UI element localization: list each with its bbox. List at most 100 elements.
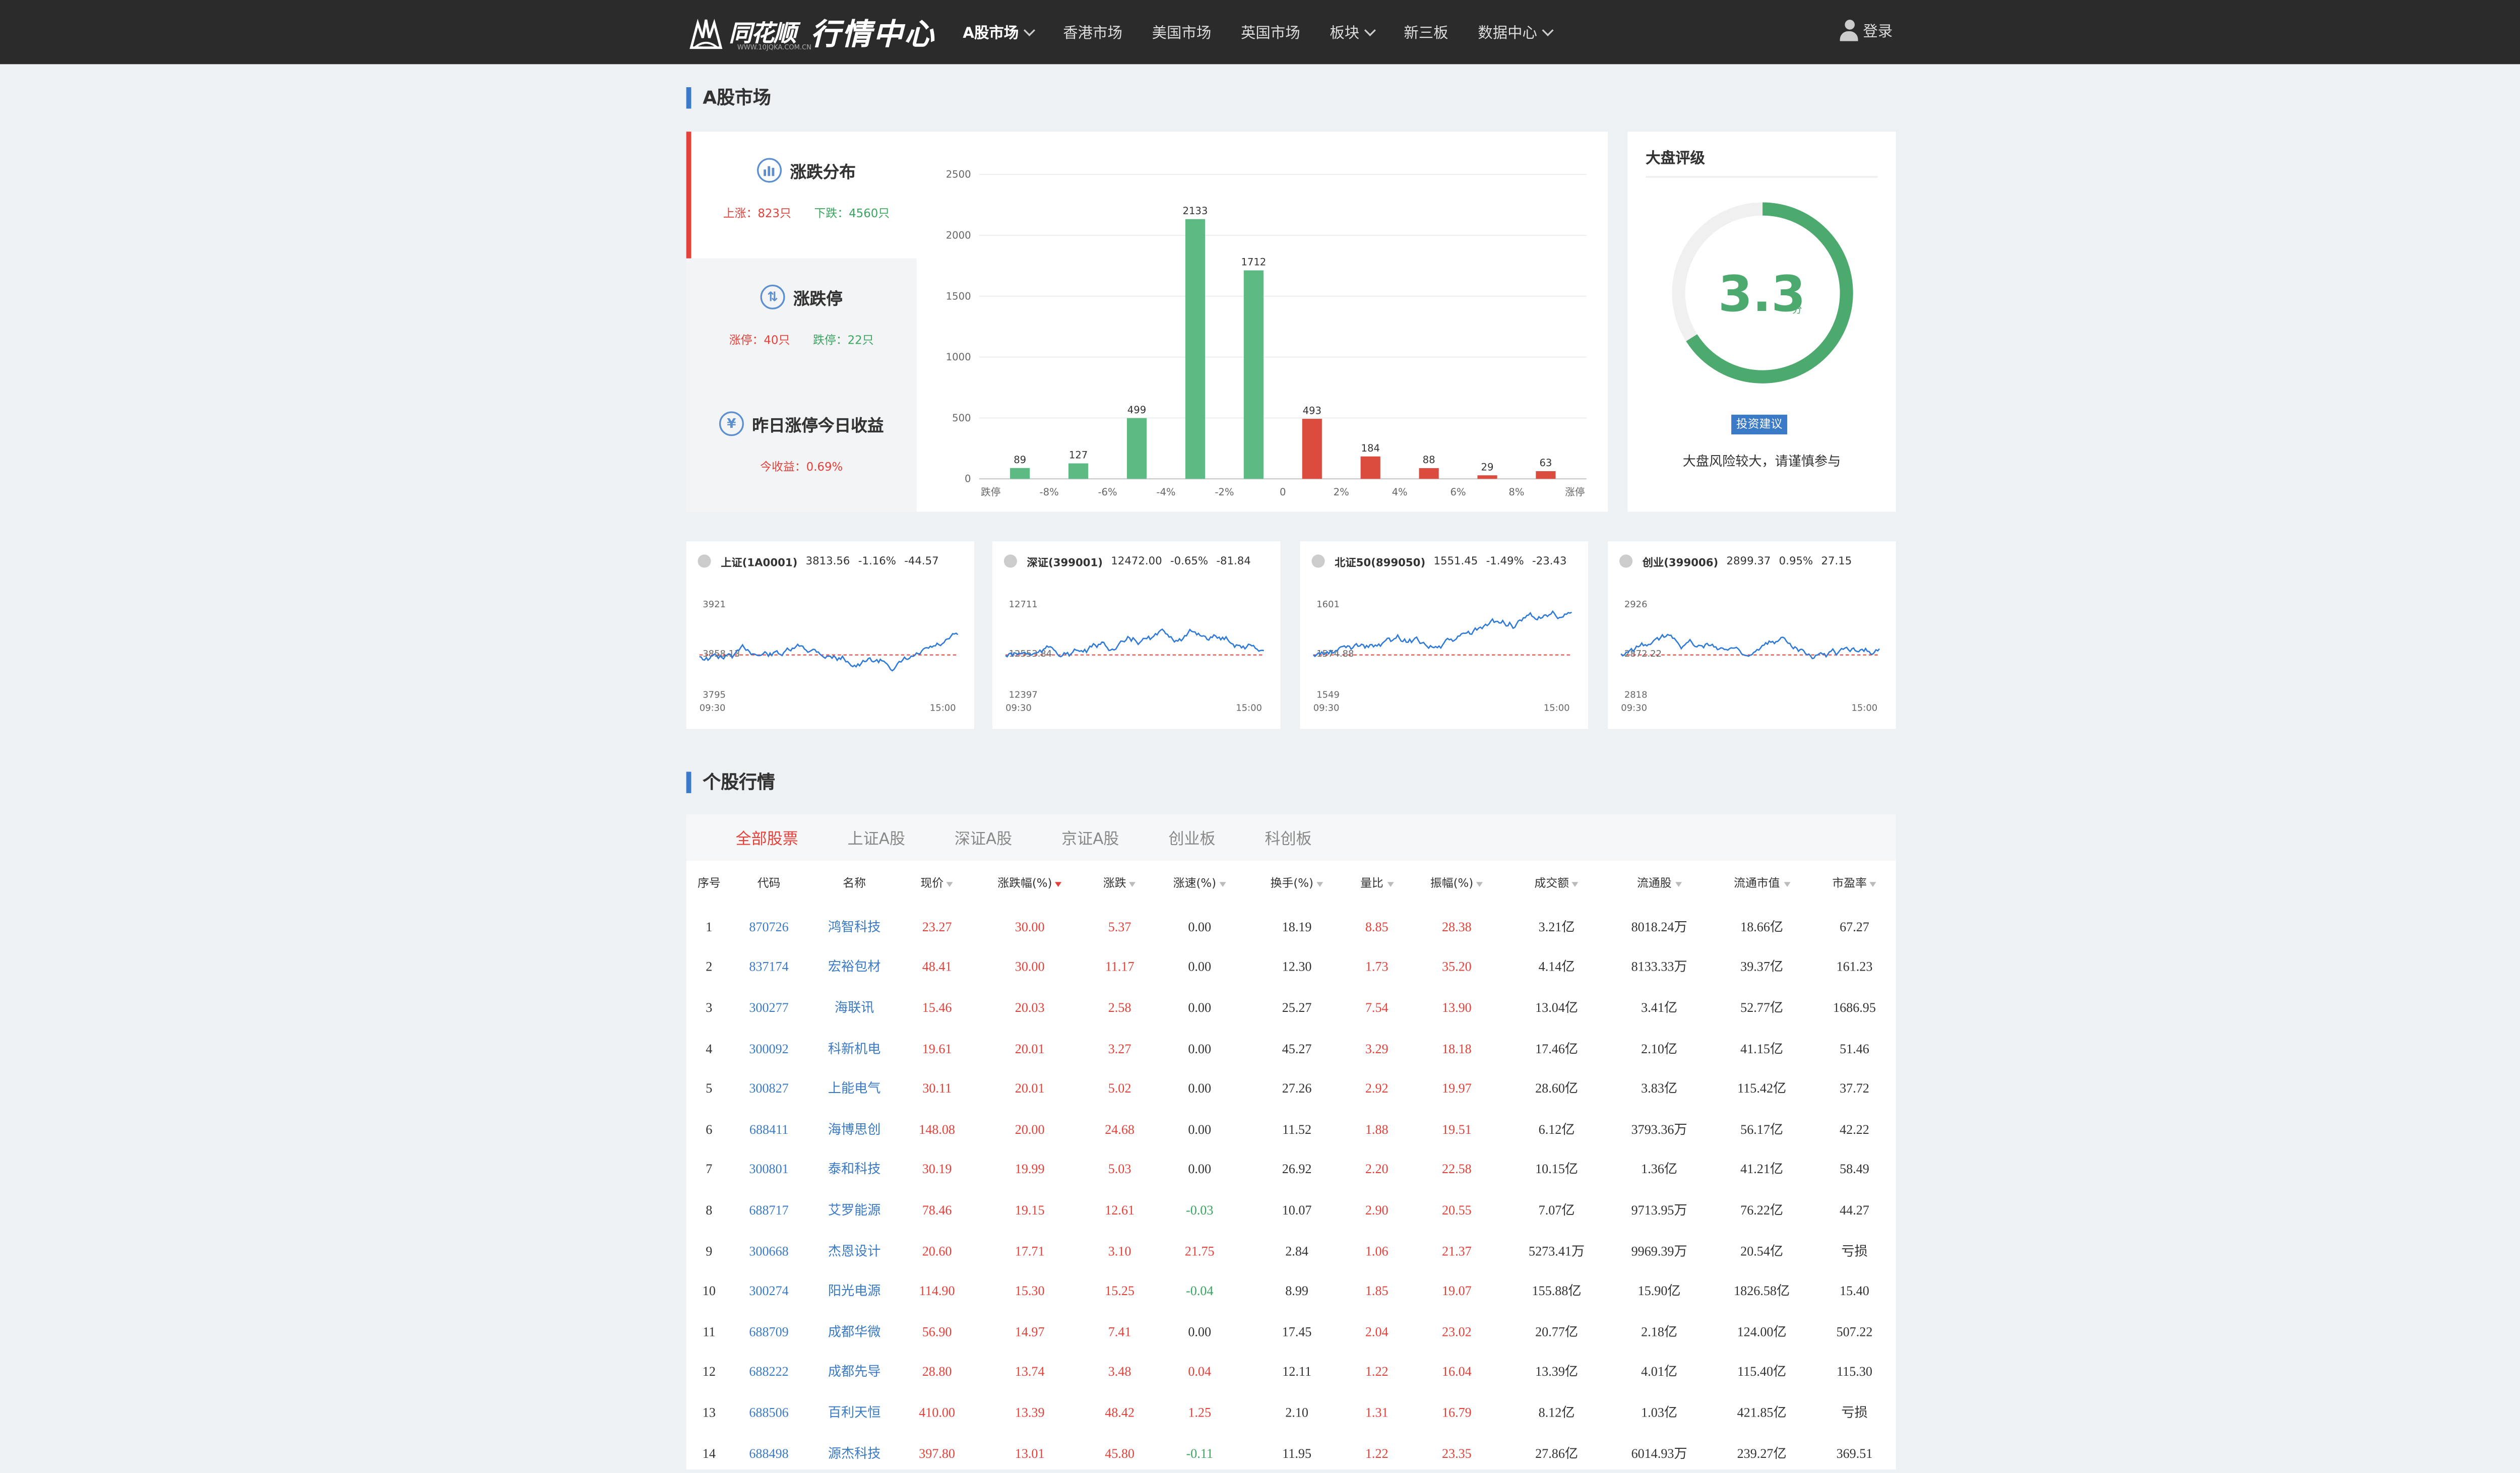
table-row[interactable]: 11 688709 成都华微 56.90 14.97 7.41 0.00 17.45 2.04 2…	[686, 1311, 1896, 1352]
index-card[interactable]: 上证(1A0001) 3813.56 -1.16% -44.57 3921 3858…	[686, 541, 975, 729]
nav-item-data-center[interactable]: 数据中心	[1478, 21, 1554, 43]
rating-title: 大盘评级	[1646, 151, 1705, 168]
bar[interactable]	[1536, 471, 1556, 479]
nav-item-a-share[interactable]: A股市场	[963, 21, 1035, 43]
table-cell[interactable]: 源杰科技	[806, 1433, 903, 1473]
table-row[interactable]: 7 300801 泰和科技 30.19 19.99 5.03 0.00 26.92 2.20 22…	[686, 1149, 1896, 1190]
table-row[interactable]: 1 870726 鸿智科技 23.27 30.00 5.37 0.00 18.19 8.85 28…	[686, 907, 1896, 947]
table-cell[interactable]: 688498	[732, 1433, 806, 1473]
tab-all[interactable]: 全部股票	[736, 826, 798, 849]
column-header[interactable]: 涨速(%)	[1151, 861, 1248, 907]
bar[interactable]	[1477, 475, 1497, 479]
login-button[interactable]: 登录	[1840, 20, 1893, 41]
y-tick-label: 1000	[946, 351, 971, 363]
table-cell: 2.04	[1365, 1324, 1389, 1339]
sort-icon	[1129, 881, 1137, 886]
table-row[interactable]: 9 300668 杰恩设计 20.60 17.71 3.10 21.75 2.84 1.06 21…	[686, 1231, 1896, 1271]
bar[interactable]	[1360, 456, 1380, 479]
nav-item-sectors[interactable]: 板块	[1330, 21, 1376, 43]
index-card-head: 上证(1A0001) 3813.56 -1.16% -44.57	[698, 553, 947, 569]
column-header-label: 现价	[920, 877, 944, 890]
table-row[interactable]: 5 300827 上能电气 30.11 20.01 5.02 0.00 27.26 2.92 19…	[686, 1068, 1896, 1109]
table-row[interactable]: 14 688498 源杰科技 397.80 13.01 45.80 -0.11 11.95 1.…	[686, 1433, 1896, 1473]
column-header[interactable]: 现价	[903, 861, 971, 907]
column-header[interactable]: 振幅(%)	[1408, 861, 1505, 907]
column-header[interactable]: 市盈率	[1813, 861, 1896, 907]
table-cell[interactable]: 300668	[732, 1231, 806, 1271]
bar[interactable]	[1243, 270, 1264, 479]
table-cell: 3	[706, 1000, 713, 1015]
table-row[interactable]: 6 688411 海博思创 148.08 20.00 24.68 0.00 11.52 1.88…	[686, 1109, 1896, 1149]
bar[interactable]	[1126, 418, 1147, 479]
menu-item-distribution[interactable]: 涨跌分布 上涨：823只 下跌：4560只	[686, 132, 917, 259]
table-cell[interactable]: 杰恩设计	[806, 1231, 903, 1271]
table-cell[interactable]: 上能电气	[806, 1068, 903, 1109]
index-card[interactable]: 北证50(899050) 1551.45 -1.49% -23.43 1601 15…	[1300, 541, 1589, 729]
column-header[interactable]: 流通股	[1608, 861, 1711, 907]
index-card[interactable]: 深证(399001) 12472.00 -0.65% -81.84 12711 12…	[992, 541, 1281, 729]
table-cell[interactable]: 阳光电源	[806, 1271, 903, 1311]
bar[interactable]	[1010, 468, 1030, 479]
table-cell[interactable]: 688222	[732, 1352, 806, 1392]
column-header[interactable]: 流通市值	[1711, 861, 1813, 907]
table-cell: 3.27	[1108, 1041, 1131, 1056]
bar[interactable]	[1068, 463, 1089, 479]
table-cell[interactable]: 成都先导	[806, 1352, 903, 1392]
nav-item-us[interactable]: 美国市场	[1152, 21, 1212, 43]
table-cell[interactable]: 鸿智科技	[806, 907, 903, 947]
index-card[interactable]: 创业(399006) 2899.37 0.95% 27.15 2926 2872.2…	[1608, 541, 1896, 729]
tab-sh-a[interactable]: 上证A股	[848, 826, 905, 849]
nav-item-uk[interactable]: 英国市场	[1241, 21, 1300, 43]
table-cell[interactable]: 百利天恒	[806, 1392, 903, 1433]
table-row[interactable]: 4 300092 科新机电 19.61 20.01 3.27 0.00 45.27 3.29 18…	[686, 1028, 1896, 1068]
column-header[interactable]: 成交额	[1505, 861, 1608, 907]
column-header[interactable]: 量比	[1346, 861, 1408, 907]
table-cell: 0.00	[1188, 1122, 1212, 1137]
table-cell[interactable]: 海联讯	[806, 988, 903, 1028]
column-header-label: 流通市值	[1734, 877, 1780, 890]
tab-bj-a[interactable]: 京证A股	[1061, 826, 1119, 849]
table-cell[interactable]: 688717	[732, 1190, 806, 1230]
table-cell[interactable]: 泰和科技	[806, 1149, 903, 1190]
table-row[interactable]: 13 688506 百利天恒 410.00 13.39 48.42 1.25 2.10 1.31…	[686, 1392, 1896, 1433]
bar[interactable]	[1419, 468, 1439, 479]
table-row[interactable]: 2 837174 宏裕包材 48.41 30.00 11.17 0.00 12.30 1.73 3…	[686, 947, 1896, 987]
advice-tag[interactable]: 投资建议	[1731, 414, 1788, 435]
table-cell[interactable]: 870726	[732, 907, 806, 947]
table-cell[interactable]: 300827	[732, 1068, 806, 1109]
table-cell: 13.39亿	[1535, 1365, 1579, 1380]
table-cell[interactable]: 300277	[732, 988, 806, 1028]
table-row[interactable]: 8 688717 艾罗能源 78.46 19.15 12.61 -0.03 10.07 2.90…	[686, 1190, 1896, 1230]
table-cell[interactable]: 艾罗能源	[806, 1190, 903, 1230]
table-row[interactable]: 10 300274 阳光电源 114.90 15.30 15.25 -0.04 8.99 1.8…	[686, 1271, 1896, 1311]
column-header[interactable]: 换手(%)	[1248, 861, 1346, 907]
limit-down-count: 跌停：22只	[813, 334, 874, 347]
table-cell[interactable]: 300092	[732, 1028, 806, 1068]
table-row[interactable]: 3 300277 海联讯 15.46 20.03 2.58 0.00 25.27 7.54 13.…	[686, 988, 1896, 1028]
column-header[interactable]: 涨跌	[1088, 861, 1151, 907]
tab-chinext[interactable]: 创业板	[1168, 826, 1215, 849]
tab-star[interactable]: 科创板	[1265, 826, 1311, 849]
table-cell[interactable]: 688709	[732, 1311, 806, 1352]
bar[interactable]	[1185, 219, 1206, 479]
menu-item-yesterday-limit[interactable]: ¥ 昨日涨停今日收益 今收益：0.69%	[686, 385, 917, 511]
table-cell[interactable]: 688506	[732, 1392, 806, 1433]
site-logo[interactable]: 同花顺 WWW.10JQKA.COM.CN 行情中心	[688, 12, 935, 54]
nav-item-hk[interactable]: 香港市场	[1063, 21, 1122, 43]
table-cell: 20.60	[922, 1243, 952, 1258]
nav-item-neeq[interactable]: 新三板	[1404, 21, 1448, 43]
bar-value-label: 1712	[1241, 257, 1266, 268]
table-cell[interactable]: 科新机电	[806, 1028, 903, 1068]
table-cell[interactable]: 837174	[732, 947, 806, 987]
tab-sz-a[interactable]: 深证A股	[955, 826, 1012, 849]
table-cell[interactable]: 成都华微	[806, 1311, 903, 1352]
table-row[interactable]: 12 688222 成都先导 28.80 13.74 3.48 0.04 12.11 1.22 1…	[686, 1352, 1896, 1392]
column-header[interactable]: 涨跌幅(%)	[971, 861, 1088, 907]
menu-item-limit[interactable]: ⇅ 涨跌停 涨停：40只 跌停：22只	[686, 259, 917, 385]
table-cell[interactable]: 宏裕包材	[806, 947, 903, 987]
bar[interactable]	[1302, 419, 1322, 479]
table-cell[interactable]: 海博思创	[806, 1109, 903, 1149]
table-cell[interactable]: 300274	[732, 1271, 806, 1311]
table-cell[interactable]: 688411	[732, 1109, 806, 1149]
table-cell[interactable]: 300801	[732, 1149, 806, 1190]
